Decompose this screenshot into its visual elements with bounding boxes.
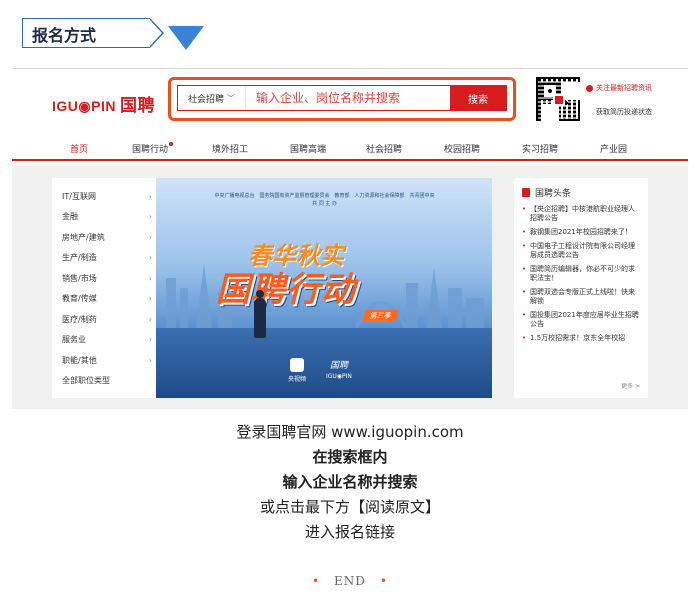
search-input[interactable] xyxy=(246,86,450,110)
category-item[interactable]: 房地产/建筑 › xyxy=(62,227,152,248)
chevron-right-icon: › xyxy=(148,191,152,201)
qr-caption-2: 获取简历投递状态 xyxy=(596,108,652,116)
news-item[interactable]: 中国电子工程设计院有限公司经理层成员选聘公告 xyxy=(522,242,640,260)
dot-icon: • xyxy=(379,574,389,588)
promo-banner[interactable]: 中央广播电视总台 国务院国有资产监督管理委员会 教育部 人力资源和社会保障部 共… xyxy=(156,178,492,398)
main-nav: 首页 国聘行动 境外招工 国聘高端 社会招聘 校园招聘 实习招聘 产业园 xyxy=(12,137,688,161)
category-item[interactable]: 服务业 › xyxy=(62,330,152,351)
chevron-down-icon: ﹀ xyxy=(227,93,235,103)
news-item[interactable]: 国聘简历编辑器，你必不可少的求职法宝！ xyxy=(522,265,640,283)
category-item-all[interactable]: 全部职位类型 xyxy=(62,371,152,392)
wechat-icon xyxy=(586,84,593,92)
chevron-right-icon: › xyxy=(148,294,152,304)
nav-item-campus[interactable]: 校园招聘 xyxy=(444,142,480,155)
chevron-right-icon: › xyxy=(148,212,152,222)
search-bar: 社会招聘 ﹀ 搜索 xyxy=(177,85,507,111)
chevron-right-icon: › xyxy=(148,335,152,345)
news-heading: 国聘头条 xyxy=(522,186,640,199)
chevron-right-icon: › xyxy=(148,253,152,263)
category-item[interactable]: 生产/制造 › xyxy=(62,248,152,269)
instruction-line-3: 输入企业名称并搜索 xyxy=(282,473,418,491)
cctv-logo-icon xyxy=(290,358,304,372)
news-item[interactable]: 鞍钢集团2021年校园招聘来了！ xyxy=(522,228,640,237)
category-item[interactable]: 职能/其他 › xyxy=(62,350,152,371)
search-highlight-frame: 社会招聘 ﹀ 搜索 xyxy=(168,77,516,121)
chevron-right-icon: › xyxy=(148,355,152,365)
search-category-label: 社会招聘 xyxy=(187,94,224,105)
qr-caption-1: 关注最新招聘资讯 xyxy=(586,83,652,93)
logo-cn: 国聘 xyxy=(119,96,155,116)
site-logo[interactable]: IGU◉PIN 国聘 xyxy=(52,91,155,116)
category-item[interactable]: 金融 › xyxy=(62,207,152,228)
instruction-line-5: 进入报名链接 xyxy=(304,523,395,541)
section-title: 报名方式 xyxy=(32,26,97,45)
new-badge-icon xyxy=(169,142,174,146)
dot-icon: • xyxy=(311,574,321,588)
end-marker: • END • xyxy=(311,574,389,588)
section-header: 报名方式 xyxy=(22,18,204,50)
cctv-video-logo: 央视频 xyxy=(288,358,306,383)
nav-item-overseas[interactable]: 境外招工 xyxy=(212,142,248,155)
instruction-line-4: 或点击最下方【阅读原文】 xyxy=(259,498,440,516)
banner-organizers: 中央广播电视总台 国务院国有资产监督管理委员会 教育部 人力资源和社会保障部 共… xyxy=(214,193,435,199)
walking-man-image xyxy=(254,290,266,338)
nav-item-industrial-park[interactable]: 产业园 xyxy=(600,142,627,155)
nav-item-social[interactable]: 社会招聘 xyxy=(366,142,402,155)
chevron-right-icon: › xyxy=(148,314,152,324)
news-panel: 国聘头条 【央企招聘】中核港航职业经理人招聘公告 鞍钢集团2021年校园招聘来了… xyxy=(514,178,648,398)
category-item[interactable]: IT/互联网 › xyxy=(62,186,152,207)
category-item[interactable]: 教育/传媒 › xyxy=(62,289,152,310)
logo-text: IGU◉PIN xyxy=(52,98,116,114)
news-item[interactable]: 【央企招聘】中核港航职业经理人招聘公告 xyxy=(522,205,640,223)
document-icon xyxy=(522,188,530,197)
banner-title-2: 国聘行动 xyxy=(216,270,356,310)
news-item[interactable]: 1.5万校招需求！京东全年校招 xyxy=(522,334,640,343)
nav-item-guopin-action[interactable]: 国聘行动 xyxy=(132,142,174,155)
banner-road xyxy=(156,328,492,398)
nav-item-home[interactable]: 首页 xyxy=(70,142,88,155)
category-item[interactable]: 销售/市场 › xyxy=(62,268,152,289)
category-item[interactable]: 医疗/制药 › xyxy=(62,309,152,330)
chevron-right-icon: › xyxy=(148,232,152,242)
search-button[interactable]: 搜索 xyxy=(450,86,506,110)
search-category-select[interactable]: 社会招聘 ﹀ xyxy=(178,86,246,110)
news-item[interactable]: 国投集团2021年度应届毕业生招聘公告 xyxy=(522,311,640,329)
chevron-right-icon: › xyxy=(148,273,152,283)
news-more-link[interactable]: 更多 > xyxy=(621,381,640,390)
news-item[interactable]: 国聘双选会专版正式上线啦！快来解锁 xyxy=(522,288,640,306)
nav-item-intern[interactable]: 实习招聘 xyxy=(522,142,558,155)
instruction-line-2: 在搜索框内 xyxy=(312,448,388,466)
instruction-line-1: 登录国聘官网 www.iguopin.com xyxy=(236,423,464,441)
job-category-list: IT/互联网 › 金融 › 房地产/建筑 › 生产/制造 › 销售/市场 › 教育/传媒 ›… xyxy=(52,178,162,398)
guopin-banner-logo: 国聘 IGU◉PIN xyxy=(326,361,352,380)
nav-item-high-end[interactable]: 国聘高端 xyxy=(290,142,326,155)
banner-co-host: 共 同 主 办 xyxy=(312,201,337,207)
qr-code-icon xyxy=(536,77,580,121)
banner-season: 第三季 xyxy=(362,310,399,322)
triangle-down-icon xyxy=(168,26,204,50)
